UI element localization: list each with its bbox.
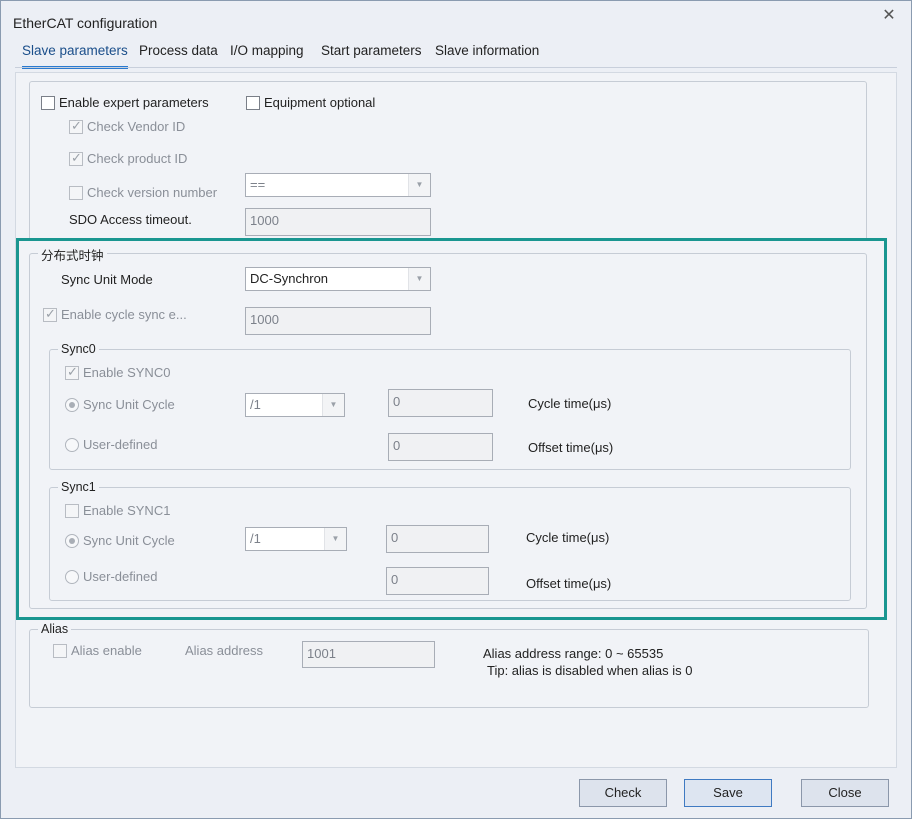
alias-range-text: Alias address range: 0 ~ 65535 [483, 646, 664, 661]
alias-address-field[interactable]: 1001 [302, 641, 435, 668]
equipment-optional-label: Equipment optional [264, 95, 376, 110]
check-product-id-label: Check product ID [87, 151, 188, 166]
close-button[interactable]: Close [801, 779, 889, 807]
check-vendor-id-label: Check Vendor ID [87, 119, 186, 134]
alias-enable-label: Alias enable [71, 643, 142, 658]
version-compare-value: == [250, 177, 266, 192]
check-version-checkbox[interactable] [69, 186, 83, 200]
check-product-id-checkbox[interactable]: ✓ [69, 150, 83, 166]
check-button[interactable]: Check [579, 779, 667, 807]
tab-process-data[interactable]: Process data [139, 43, 218, 67]
close-icon[interactable]: ✕ [879, 6, 899, 26]
enable-expert-checkbox[interactable] [41, 96, 55, 110]
save-button[interactable]: Save [684, 779, 772, 807]
alias-group [29, 629, 869, 708]
equipment-optional-checkbox[interactable] [246, 96, 260, 110]
tab-slave-information[interactable]: Slave information [435, 43, 539, 67]
highlight-box [16, 238, 887, 620]
ethercat-config-window: EtherCAT configuration ✕ Slave parameter… [0, 0, 912, 819]
version-compare-select[interactable]: == ▼ [245, 173, 431, 197]
chevron-down-icon: ▼ [408, 174, 430, 196]
tab-slave-parameters[interactable]: Slave parameters [22, 43, 128, 69]
alias-enable-checkbox[interactable] [53, 644, 67, 658]
sdo-timeout-label: SDO Access timeout. [69, 212, 192, 227]
checkmark-icon: ✓ [71, 150, 82, 165]
tab-start-parameters[interactable]: Start parameters [321, 43, 422, 67]
alias-tip-text: Tip: alias is disabled when alias is 0 [487, 663, 693, 678]
sdo-timeout-field[interactable]: 1000 [245, 208, 431, 236]
tab-divider [15, 67, 897, 68]
window-title: EtherCAT configuration [13, 15, 158, 31]
check-version-label: Check version number [87, 185, 218, 200]
tab-io-mapping[interactable]: I/O mapping [230, 43, 304, 67]
tab-strip: Slave parameters Process data I/O mappin… [1, 39, 911, 69]
enable-expert-label: Enable expert parameters [59, 95, 209, 110]
alias-address-label: Alias address [185, 643, 264, 658]
title-bar: EtherCAT configuration ✕ [1, 1, 911, 39]
alias-legend: Alias [38, 622, 72, 636]
check-vendor-id-checkbox[interactable]: ✓ [69, 118, 83, 134]
checkmark-icon: ✓ [71, 118, 82, 133]
